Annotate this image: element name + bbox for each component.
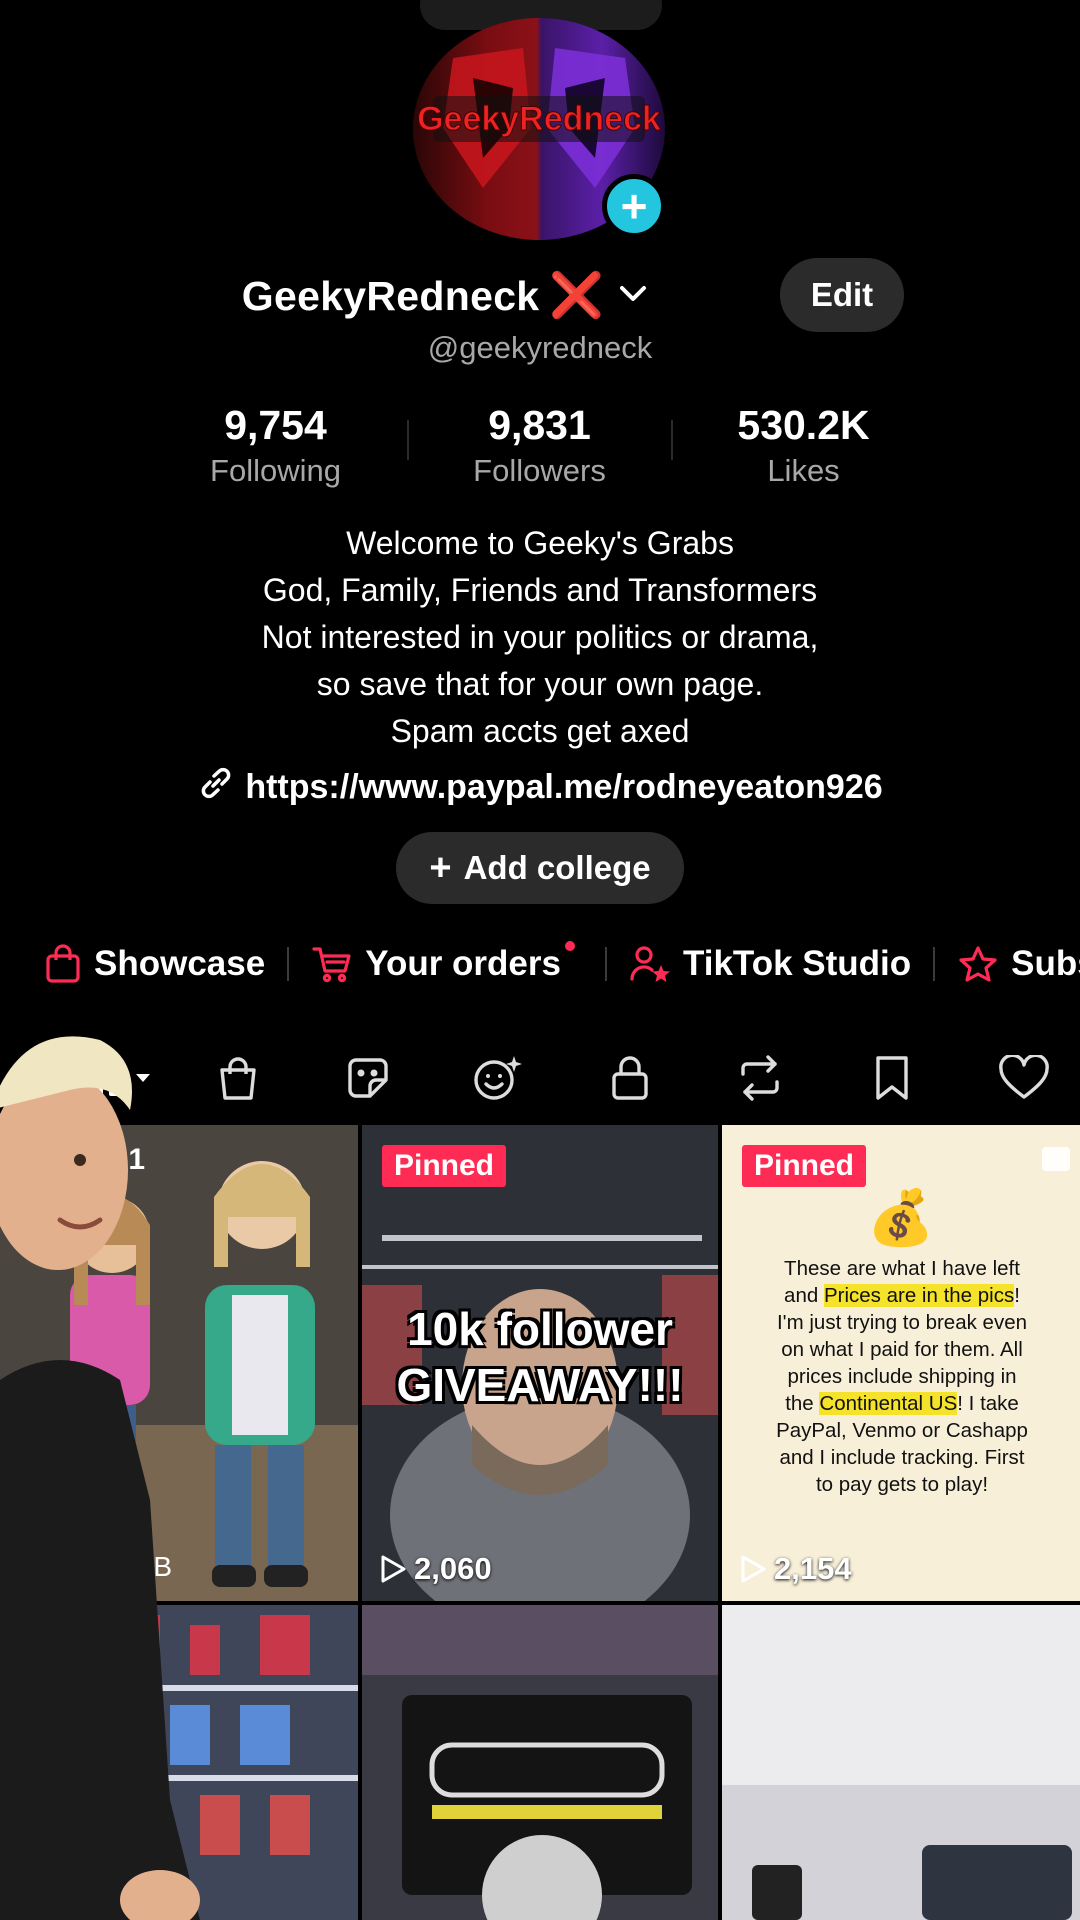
- bio-line: God, Family, Friends and Transformers: [262, 572, 818, 608]
- profile-name-row[interactable]: GeekyRedneck ❌: [0, 268, 1080, 324]
- stat-label: Following: [210, 453, 341, 488]
- bio-line: Welcome to Geeky's Grabs: [346, 525, 734, 561]
- bio-line: Spam accts get axed: [390, 713, 690, 749]
- price-note: These are what I have left and Prices ar…: [772, 1255, 1032, 1498]
- shortcut-your-orders[interactable]: Your orders: [311, 941, 583, 984]
- stat-value: 530.2K: [737, 402, 870, 448]
- username: @geekyredneck: [427, 330, 653, 365]
- tab-private[interactable]: [590, 1040, 670, 1116]
- stat-label: Likes: [767, 453, 840, 488]
- box-scene: [722, 1605, 1080, 1920]
- notification-dot: [564, 941, 575, 951]
- bio-line: so save that for your own page.: [316, 666, 764, 702]
- shortcut-divider: [933, 947, 936, 981]
- cart-icon: [312, 947, 351, 983]
- shop-bag-icon: [220, 1057, 256, 1100]
- video-thumbnail[interactable]: Pinned 10k follower GIVEAWAY!!! 2,060: [362, 1125, 718, 1601]
- shortcut-showcase[interactable]: Showcase: [44, 944, 265, 984]
- shortcut-divider: [287, 947, 290, 981]
- shortcut-label: TikTok Studio: [682, 944, 912, 983]
- star-badge-icon: [959, 946, 997, 982]
- video-overlay-text: 10k follower GIVEAWAY!!!: [362, 1301, 718, 1413]
- play-icon: [741, 1555, 766, 1583]
- face-sparkle-icon: [474, 1056, 522, 1100]
- repost-icon: [741, 1055, 779, 1101]
- multi-photo-icon: [1042, 1147, 1070, 1171]
- edit-profile-button[interactable]: Edit: [780, 258, 904, 332]
- bookmark-icon: [876, 1056, 908, 1100]
- shortcut-label: Subs: [1011, 944, 1080, 983]
- view-count-value: 2,154: [774, 1551, 852, 1586]
- view-count: 2,060: [380, 1551, 492, 1587]
- add-college-button[interactable]: + Add college: [396, 832, 684, 904]
- tab-reposts[interactable]: [720, 1040, 800, 1116]
- bio-link[interactable]: https://www.paypal.me/rodneyeaton926: [0, 764, 1080, 811]
- shortcut-subscription[interactable]: Subs: [957, 944, 1080, 984]
- tab-favorites[interactable]: [852, 1040, 932, 1116]
- avatar-text: GeekyRedneck: [417, 100, 661, 138]
- shortcut-label: Your orders: [365, 944, 561, 983]
- heart-icon: [999, 1055, 1049, 1099]
- creator-star-icon: [630, 946, 670, 982]
- add-story-button[interactable]: +: [602, 174, 666, 238]
- toy-box-scene: [362, 1605, 718, 1920]
- link-icon: [197, 764, 235, 811]
- stat-following[interactable]: 9,754 Following: [143, 402, 408, 489]
- bio-line: Not interested in your politics or drama…: [261, 619, 819, 655]
- pinned-badge: Pinned: [382, 1145, 507, 1187]
- stat-value: 9,831: [488, 402, 591, 448]
- tab-shop[interactable]: [198, 1040, 278, 1116]
- note-highlight: Prices are in the pics: [823, 1284, 1015, 1307]
- shortcut-tiktok-studio[interactable]: TikTok Studio: [629, 944, 911, 984]
- stat-value: 9,754: [224, 402, 327, 448]
- bio-link-text: https://www.paypal.me/rodneyeaton926: [245, 768, 883, 806]
- overlay-line: 10k follower: [407, 1303, 673, 1355]
- display-name: GeekyRedneck: [241, 272, 540, 319]
- tab-stickers[interactable]: [328, 1040, 408, 1116]
- shopping-bag-icon: [46, 944, 80, 983]
- note-highlight: Continental US: [819, 1392, 958, 1415]
- shortcut-label: Showcase: [94, 944, 266, 983]
- add-college-label: Add college: [463, 849, 651, 886]
- video-thumbnail[interactable]: 💰 These are what I have left and Prices …: [722, 1125, 1080, 1601]
- chevron-down-icon[interactable]: [618, 279, 648, 313]
- shortcut-divider: [604, 947, 607, 981]
- video-thumbnail[interactable]: [722, 1605, 1080, 1920]
- tab-liked[interactable]: [984, 1040, 1064, 1116]
- stat-likes[interactable]: 530.2K Likes: [671, 402, 936, 489]
- plus-icon: +: [429, 847, 452, 889]
- overlay-line: GIVEAWAY!!!: [396, 1359, 684, 1411]
- name-emoji: ❌: [549, 271, 605, 320]
- stat-label: Followers: [473, 453, 606, 488]
- profile-shortcuts: Showcase Your orders TikTok Studio Subs: [44, 938, 1080, 990]
- money-bag-icon: 💰: [867, 1188, 935, 1248]
- overlay-person: [0, 1036, 200, 1920]
- view-count-value: 2,060: [414, 1551, 492, 1586]
- lock-icon: [612, 1056, 648, 1100]
- stat-followers[interactable]: 9,831 Followers: [407, 402, 672, 489]
- tab-effects[interactable]: [458, 1040, 538, 1116]
- play-icon: [381, 1555, 406, 1583]
- video-thumbnail[interactable]: [362, 1605, 718, 1920]
- profile-bio: Welcome to Geeky's Grabs God, Family, Fr…: [0, 520, 1080, 755]
- pinned-badge: Pinned: [742, 1145, 867, 1187]
- sticker-icon: [348, 1058, 388, 1098]
- view-count: 2,154: [740, 1551, 852, 1587]
